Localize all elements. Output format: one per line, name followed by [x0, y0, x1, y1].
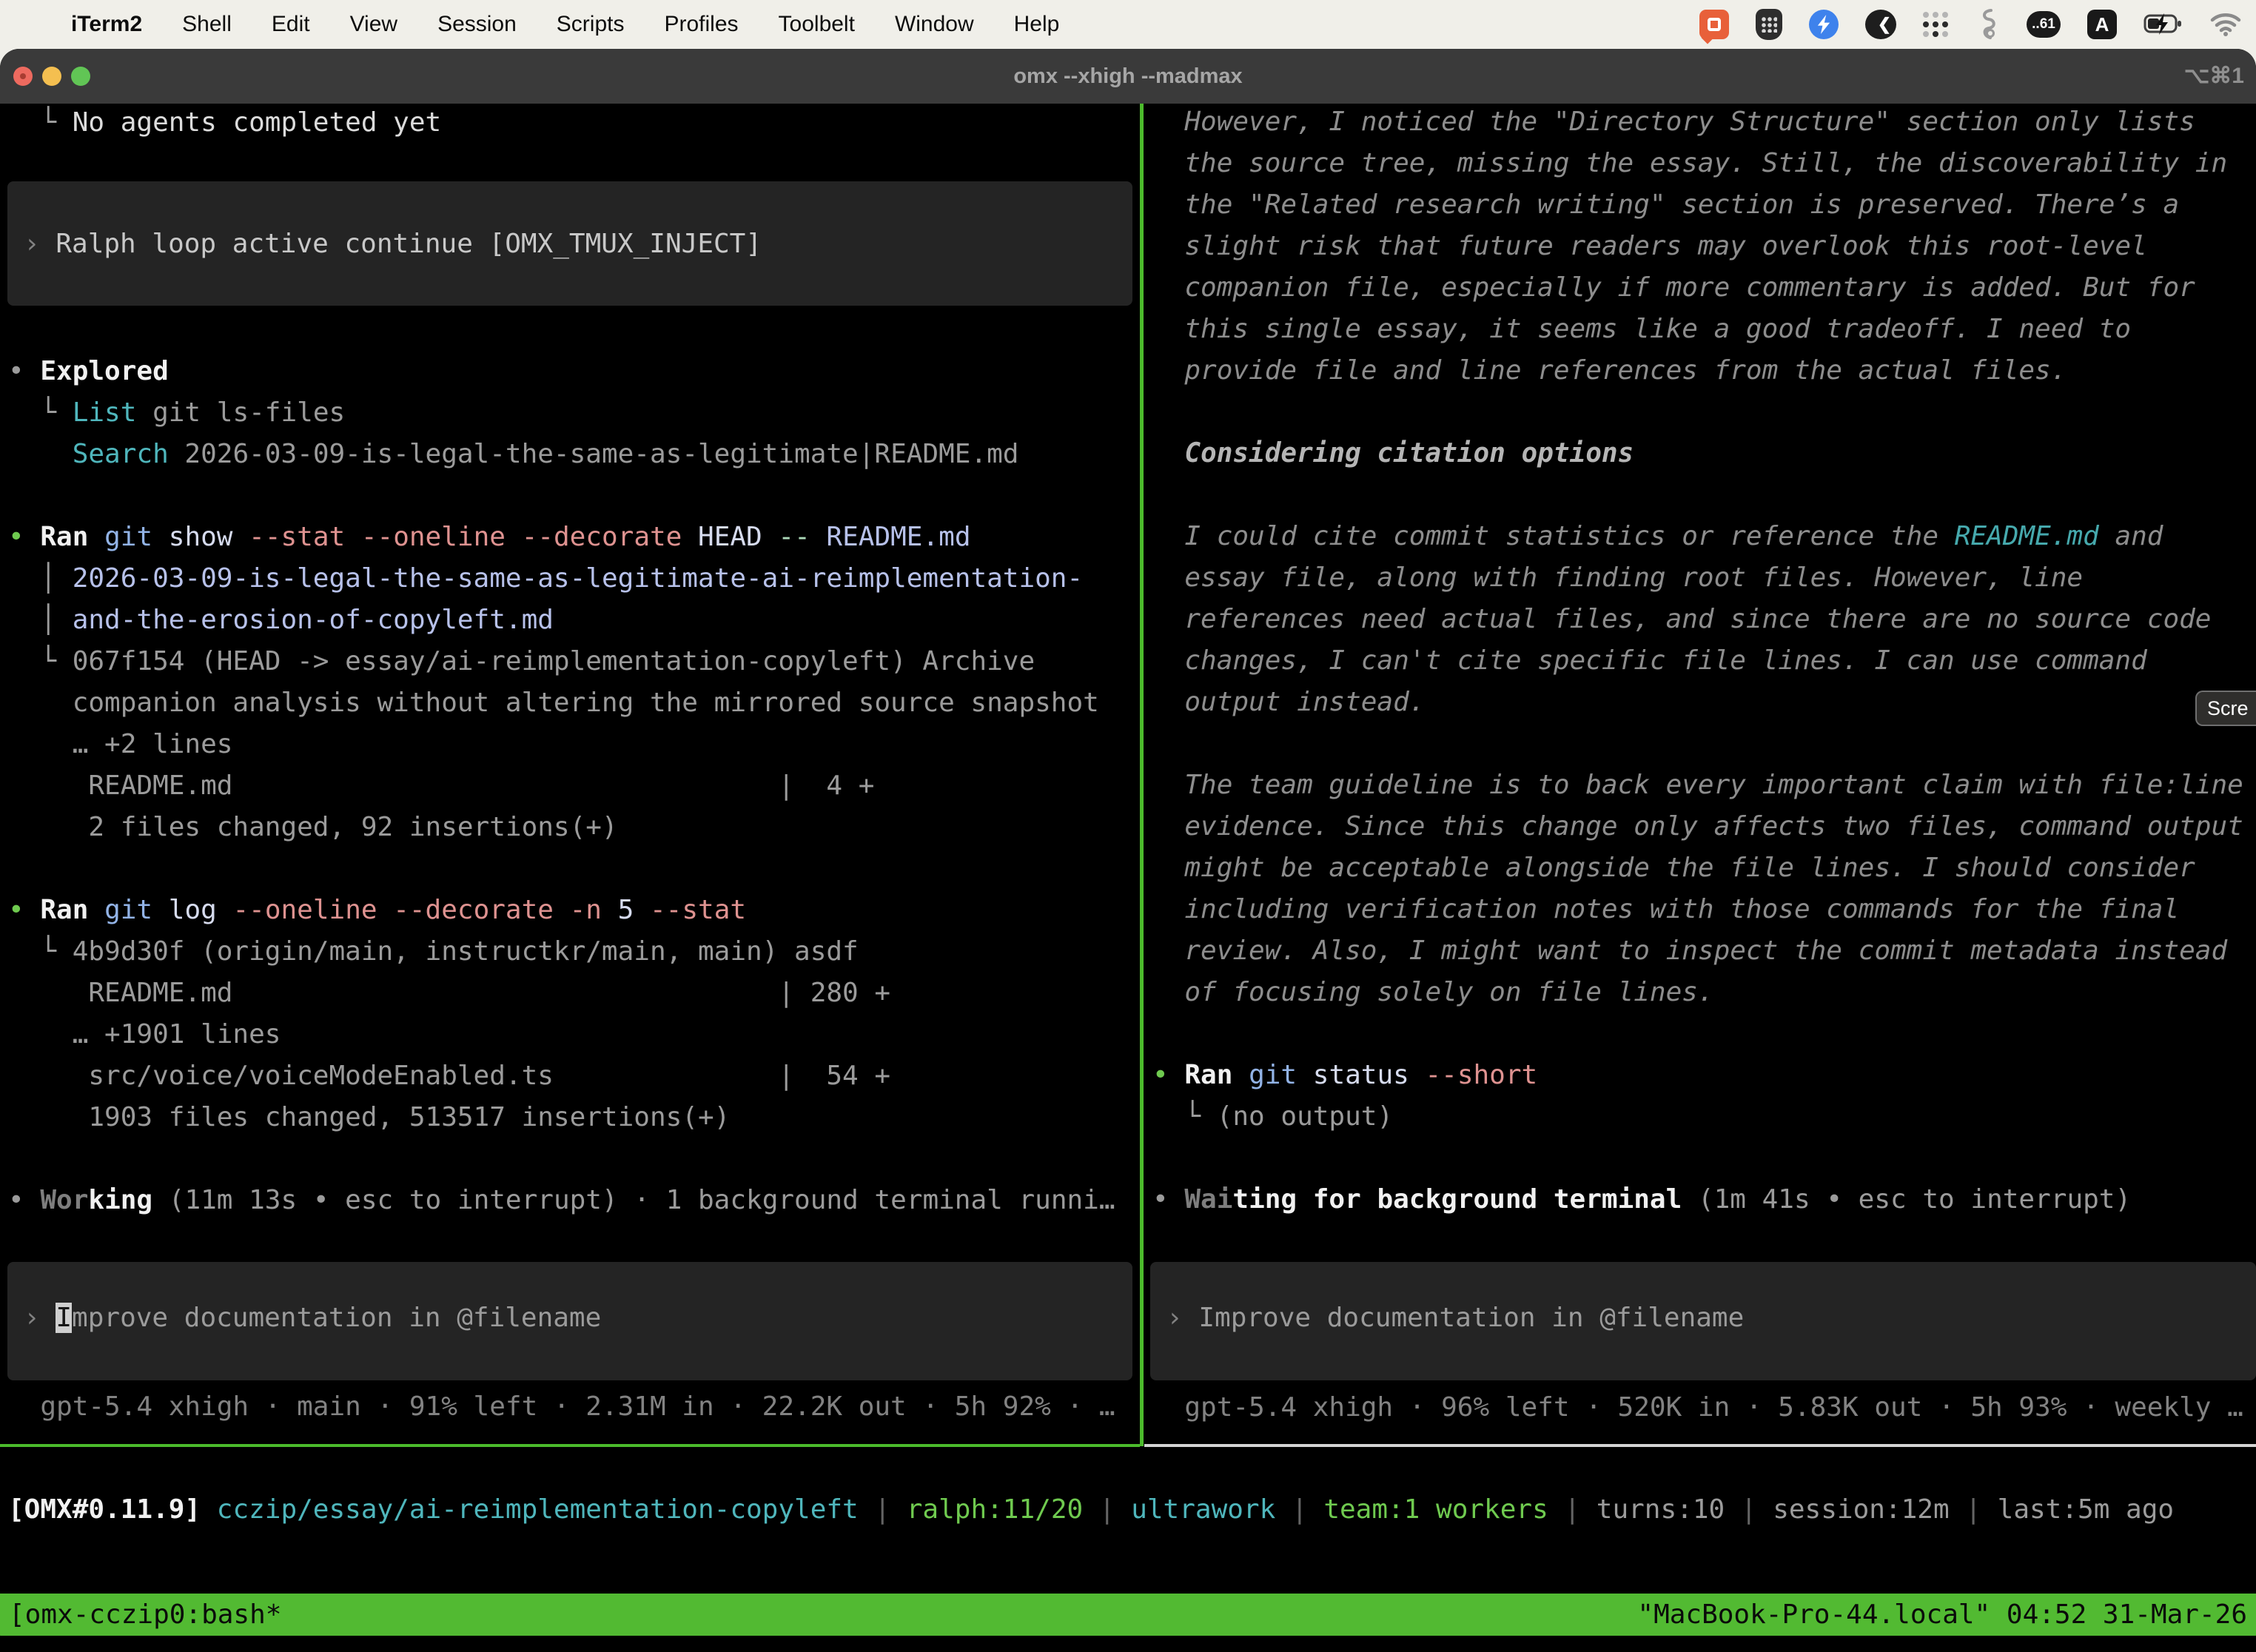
menu-items: iTerm2 Shell Edit View Session Scripts Profile… [71, 12, 1059, 37]
terminal-line: src/voice/voiceModeEnabled.ts | 54 + [8, 1055, 890, 1097]
terminal-line: … +1901 lines [8, 1014, 281, 1055]
terminal-line: • Explored [8, 351, 169, 392]
terminal-line: the "Related research writing" section i… [1152, 184, 2179, 226]
terminal-line: └ No agents completed yet [8, 104, 441, 144]
terminal-line: this single essay, it seems like a good … [1152, 309, 2131, 350]
terminal-line: └ 4b9d30f (origin/main, instructkr/main,… [8, 931, 859, 973]
blue-bolt-badge-icon[interactable] [1809, 10, 1839, 39]
menu-session[interactable]: Session [437, 12, 517, 37]
terminal-line: 1903 files changed, 513517 insertions(+) [8, 1097, 730, 1138]
terminal-line: │ 2026-03-09-is-legal-the-same-as-legiti… [8, 558, 1083, 600]
tmux-status-bar: [omx-cczip0:bash* "MacBook-Pro-44.local"… [0, 1594, 2256, 1636]
menu-shell[interactable]: Shell [182, 12, 232, 37]
chat-bubble-inner [1708, 18, 1721, 31]
omx-pane-right[interactable]: However, I noticed the "Directory Struct… [1144, 104, 2256, 1444]
terminal-line: essay file, along with finding root file… [1152, 557, 2083, 599]
terminal-line: changes, I can't cite specific file line… [1152, 640, 2147, 682]
terminal-line: • Ran git show --stat --oneline --decora… [8, 517, 971, 558]
terminal-line: references need actual files, and since … [1152, 599, 2211, 640]
terminal-line: Considering citation options [1152, 433, 1634, 474]
terminal-line: including verification notes with those … [1152, 889, 2179, 930]
tmux-hostname-clock: "MacBook-Pro-44.local" 04:52 31-Mar-26 [1637, 1599, 2247, 1630]
terminal-line: companion file, especially if more comme… [1152, 267, 2195, 309]
menu-iterm2[interactable]: iTerm2 [71, 12, 142, 37]
terminal-line: … +2 lines [8, 724, 232, 765]
terminal-line: └ (no output) [1152, 1096, 1393, 1138]
dots-grid-icon[interactable] [1923, 12, 1948, 37]
terminal-line: review. Also, I might want to inspect th… [1152, 930, 2227, 972]
shield-grid-icon[interactable] [1756, 9, 1782, 40]
menu-edit[interactable]: Edit [272, 12, 310, 37]
menu-profiles[interactable]: Profiles [664, 12, 738, 37]
menu-window[interactable]: Window [895, 12, 974, 37]
terminal-line: Search 2026-03-09-is-legal-the-same-as-l… [8, 434, 1018, 475]
terminal-line: evidence. Since this change only affects… [1152, 806, 2243, 847]
terminal-line: gpt-5.4 xhigh · main · 91% left · 2.31M … [8, 1386, 1115, 1428]
terminal-line: companion analysis without altering the … [8, 682, 1099, 724]
terminal-line: gpt-5.4 xhigh · 96% left · 520K in · 5.8… [1152, 1387, 2243, 1428]
terminal-line: I could cite commit statistics or refere… [1152, 516, 2163, 557]
terminal-line: • Working (11m 13s • esc to interrupt) ·… [8, 1180, 1115, 1221]
a-square-icon[interactable]: A [2087, 10, 2117, 39]
terminal-line: • Ran git log --oneline --decorate -n 5 … [8, 890, 746, 931]
terminal-line: └ List git ls-files [8, 392, 345, 434]
disc-notch: ❮ [1878, 15, 1891, 34]
dark-disc-icon[interactable]: ❮ [1865, 10, 1896, 39]
terminal-line: │ and-the-erosion-of-copyleft.md [8, 600, 554, 641]
tmux-vertical-pane-border[interactable] [1140, 104, 1144, 1446]
menu-toolbelt[interactable]: Toolbelt [779, 12, 855, 37]
terminal-content: └ No agents completed yet • Explored └ Li… [0, 104, 2256, 1594]
iterm2-window: omx --xhigh --madmax ⌥⌘1 └ No agents com… [0, 49, 2256, 1652]
tmux-session-window: [omx-cczip0:bash* [9, 1599, 281, 1630]
terminal-line: slight risk that future readers may over… [1152, 226, 2147, 267]
window-titlebar: omx --xhigh --madmax ⌥⌘1 [0, 49, 2256, 104]
shield-grid-dots [1761, 16, 1777, 33]
terminal-line: the source tree, missing the essay. Stil… [1152, 143, 2227, 184]
terminal-line: provide file and line references from th… [1152, 350, 2067, 392]
omx-pane-left[interactable]: └ No agents completed yet • Explored └ Li… [0, 104, 1140, 1444]
terminal-line: • Ran git status --short [1152, 1055, 1537, 1096]
terminal-line: The team guideline is to back every impo… [1152, 765, 2243, 806]
wifi-icon[interactable] [2210, 13, 2241, 36]
terminal-line: README.md | 4 + [8, 765, 874, 807]
terminal-line: 2 files changed, 92 insertions(+) [8, 807, 618, 848]
tmux-horizontal-border-active[interactable] [0, 1444, 1140, 1447]
omx-session-status-bar: [OMX#0.11.9] cczip/essay/ai-reimplementa… [8, 1489, 2174, 1531]
bolt-glyph [1814, 13, 1833, 36]
prompt-input-text-right: › Improve documentation in @filename [1166, 1297, 1744, 1339]
window-title: omx --xhigh --madmax [0, 49, 2256, 104]
terminal-line: might be acceptable alongside the file l… [1152, 847, 2195, 889]
queued-prompt-box[interactable]: › Ralph loop active continue [OMX_TMUX_I… [7, 181, 1132, 306]
window-bottom-edge [0, 1636, 2256, 1652]
prompt-input-left[interactable]: › Improve documentation in @filename [7, 1262, 1132, 1380]
screen-overlay-chip[interactable]: Scre [2195, 691, 2256, 726]
prompt-input-right[interactable]: › Improve documentation in @filename [1150, 1262, 2256, 1380]
macos-menu-bar: iTerm2 Shell Edit View Session Scripts Profile… [0, 0, 2256, 49]
menu-scripts[interactable]: Scripts [557, 12, 625, 37]
tab-shortcut-hint: ⌥⌘1 [2184, 49, 2244, 104]
percent-badge-icon[interactable]: ..61 [2027, 11, 2061, 38]
prompt-input-text-left: › Improve documentation in @filename [24, 1297, 601, 1339]
queued-prompt-text: › Ralph loop active continue [OMX_TMUX_I… [24, 224, 762, 265]
menu-status-icons: ❮ ..61 A [1699, 8, 2256, 41]
terminal-line: README.md | 280 + [8, 973, 890, 1014]
chat-bubble-icon[interactable] [1699, 10, 1729, 39]
terminal-line: output instead. [1152, 682, 1425, 723]
menu-view[interactable]: View [350, 12, 397, 37]
terminal-line: • Waiting for background terminal (1m 41… [1152, 1179, 2131, 1220]
terminal-line: of focusing solely on file lines. [1152, 972, 1714, 1013]
squiggle-icon[interactable] [1975, 8, 2000, 41]
terminal-line: └ 067f154 (HEAD -> essay/ai-reimplementa… [8, 641, 1035, 682]
tmux-horizontal-border-inactive[interactable] [1144, 1444, 2256, 1447]
battery-charging-icon[interactable] [2143, 13, 2183, 36]
menu-help[interactable]: Help [1014, 12, 1060, 37]
terminal-line: However, I noticed the "Directory Struct… [1152, 104, 2195, 143]
